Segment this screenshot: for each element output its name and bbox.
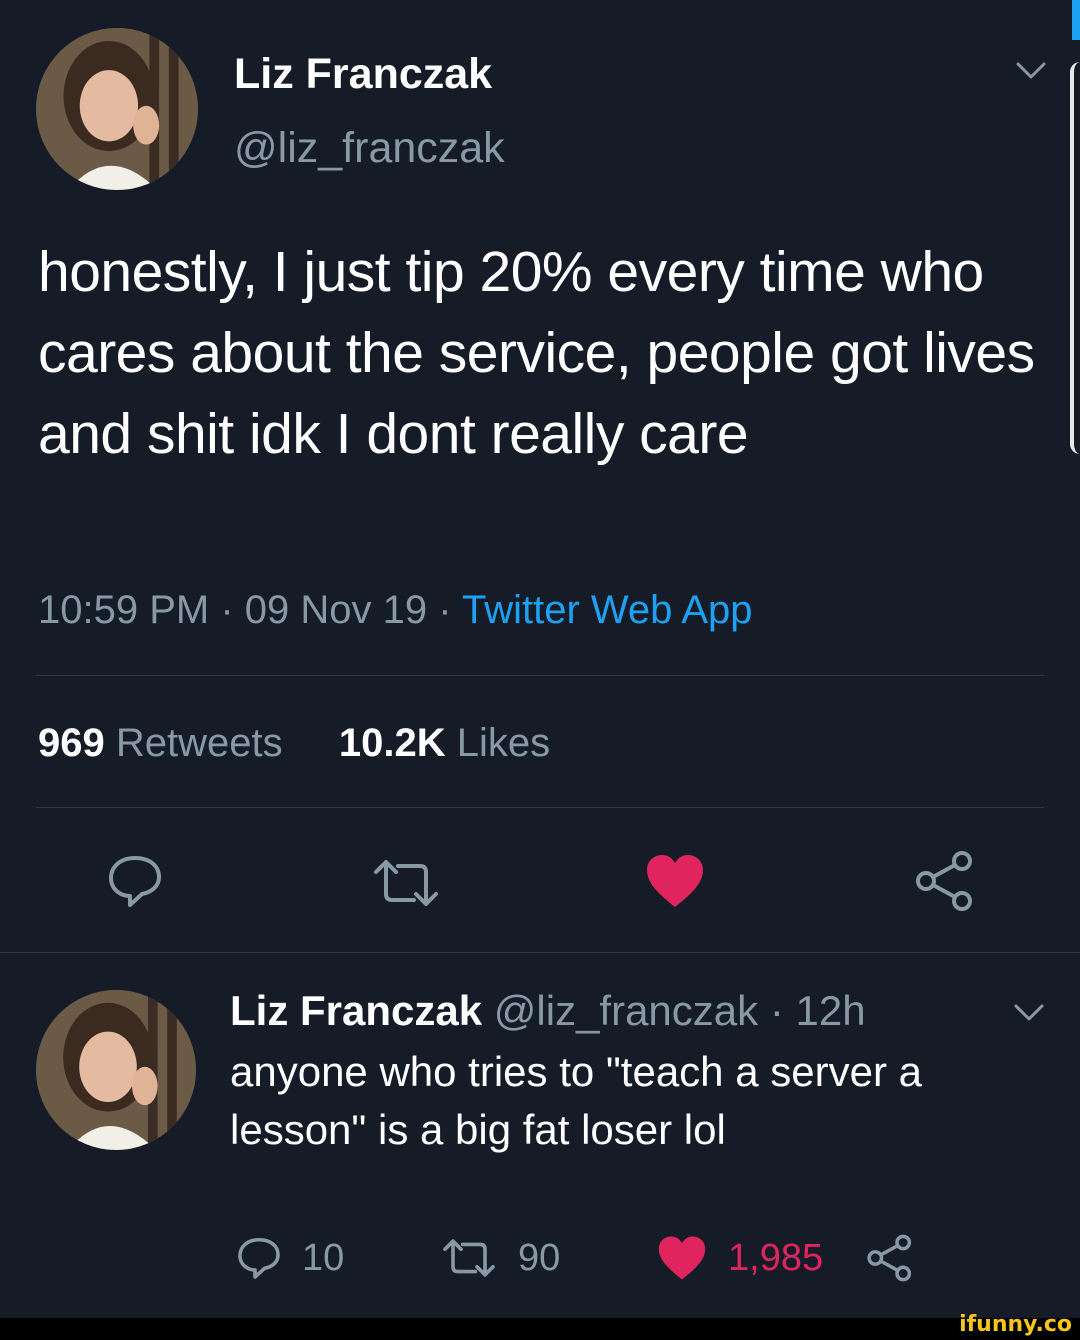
tweet-time: 10:59 PM (38, 588, 210, 632)
retweets-stat[interactable]: 969 Retweets (38, 721, 294, 765)
reply-author-name[interactable]: Liz Franczak (230, 987, 482, 1034)
ifunny-watermark: ifunny.co (959, 1312, 1072, 1337)
reply-retweet-button[interactable]: 90 (440, 1230, 560, 1286)
scrollbar-thumb[interactable] (1072, 0, 1080, 40)
divider (0, 952, 1080, 953)
reply-reply-button[interactable]: 10 (236, 1230, 344, 1286)
likes-stat[interactable]: 10.2K Likes (339, 721, 550, 765)
divider (36, 675, 1044, 676)
meta-separator: · (220, 588, 234, 632)
tweet-date: 09 Nov 19 (244, 588, 428, 632)
reply-avatar[interactable] (36, 990, 196, 1150)
tweet-source-link[interactable]: Twitter Web App (462, 588, 753, 632)
retweet-icon[interactable] (370, 858, 442, 908)
reply-like-button[interactable]: 1,985 (656, 1230, 823, 1286)
heart-icon (658, 1236, 706, 1280)
share-icon[interactable] (914, 850, 976, 912)
tweet-text: honestly, I just tip 20% every time who … (38, 240, 1035, 466)
reply-text: anyone who tries to "teach a server a le… (230, 1048, 922, 1153)
footer-bar (0, 1318, 1080, 1340)
chevron-down-icon[interactable] (1014, 60, 1048, 82)
reply-handle[interactable]: @liz_franczak (494, 987, 758, 1034)
retweet-label: Retweets (115, 721, 283, 765)
like-label: Likes (456, 721, 551, 765)
share-icon[interactable] (866, 1234, 914, 1282)
tweet-stats: 969 Retweets 10.2K Likes (38, 718, 550, 768)
divider (36, 807, 1044, 808)
retweet-icon (443, 1239, 495, 1277)
scrollbar[interactable] (1070, 62, 1080, 454)
reply-like-count: 1,985 (728, 1236, 824, 1279)
avatar[interactable] (36, 28, 198, 190)
like-count: 10.2K (338, 721, 446, 765)
reply-retweet-count: 90 (518, 1236, 561, 1279)
reply-icon (238, 1237, 280, 1279)
reply-age: · 12h (769, 987, 866, 1034)
reply-count: 10 (302, 1236, 345, 1279)
avatar-image (36, 28, 198, 190)
tweet-meta: 10:59 PM · 09 Nov 19 · Twitter Web App (38, 585, 753, 635)
heart-icon[interactable] (644, 852, 706, 910)
chevron-down-icon[interactable] (1012, 1002, 1046, 1024)
author-name[interactable]: Liz Franczak (234, 48, 492, 100)
retweet-count: 969 (38, 721, 105, 765)
author-handle[interactable]: @liz_franczak (234, 122, 505, 174)
meta-separator: · (438, 588, 452, 632)
reply-icon[interactable] (106, 852, 164, 910)
reply-header: Liz Franczak @liz_franczak · 12h (230, 985, 866, 1037)
avatar-image (36, 990, 196, 1150)
